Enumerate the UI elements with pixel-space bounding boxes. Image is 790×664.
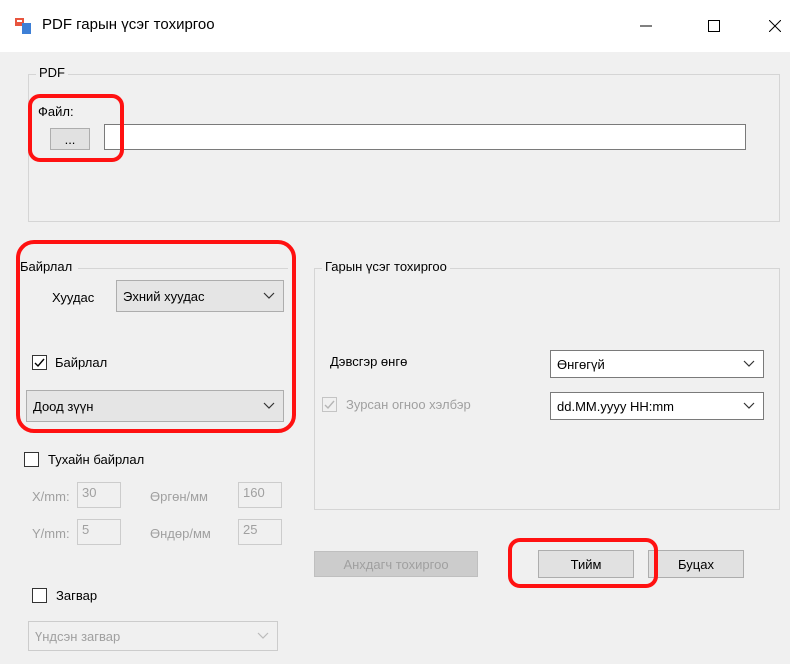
y-mm-input[interactable]: 5 [77, 519, 121, 545]
browse-file-button[interactable]: ... [50, 128, 90, 150]
height-mm-label: Өндөр/мм [150, 526, 211, 541]
page-label: Хуудас [52, 290, 95, 305]
chevron-down-icon [263, 402, 275, 409]
height-mm-input[interactable]: 25 [238, 519, 282, 545]
position-select[interactable]: Доод зүүн [26, 390, 284, 422]
checkmark-icon [34, 358, 45, 368]
page-select[interactable]: Эхний хуудас [116, 280, 284, 312]
page-select-value: Эхний хуудас [123, 288, 205, 304]
title-bar: PDF гарын үсэг тохиргоо [0, 0, 790, 52]
defaults-button[interactable]: Анхдагч тохиргоо [314, 551, 478, 577]
cancel-button[interactable]: Буцах [648, 550, 744, 578]
maximize-icon [708, 20, 720, 32]
background-color-value: Өнгөгүй [557, 356, 605, 372]
close-icon [769, 20, 781, 32]
width-mm-label: Өргөн/мм [150, 489, 208, 504]
date-format-value: dd.MM.yyyy HH:mm [557, 398, 674, 414]
template-select[interactable]: Үндсэн загвар [28, 621, 278, 651]
chevron-down-icon [743, 360, 755, 367]
layout-group-legend: Байрлал [20, 259, 73, 274]
signature-group-legend: Гарын үсэг тохиргоо [322, 259, 450, 274]
file-path-input[interactable] [104, 124, 746, 150]
custom-position-label: Тухайн байрлал [48, 452, 145, 467]
position-select-value: Доод зүүн [33, 398, 94, 414]
date-format-label: Зурсан огноо хэлбэр [346, 397, 471, 412]
file-label: Файл: [38, 104, 74, 119]
minimize-button[interactable] [623, 8, 669, 44]
maximize-button[interactable] [691, 8, 737, 44]
minimize-icon [640, 25, 652, 27]
pdf-group-legend: PDF [36, 65, 68, 80]
date-format-select[interactable]: dd.MM.yyyy HH:mm [550, 392, 764, 420]
custom-position-checkbox[interactable] [24, 452, 39, 467]
template-checkbox[interactable] [32, 588, 47, 603]
date-format-checkbox[interactable] [322, 397, 337, 412]
width-mm-input[interactable]: 160 [238, 482, 282, 508]
ok-button[interactable]: Тийм [538, 550, 634, 578]
y-mm-label: Y/mm: [32, 526, 70, 541]
close-button[interactable] [752, 8, 790, 44]
background-color-label: Дэвсгэр өнгө [330, 354, 408, 369]
chevron-down-icon [257, 632, 269, 639]
x-mm-label: X/mm: [32, 489, 70, 504]
chevron-down-icon [743, 402, 755, 409]
checkmark-icon [324, 400, 335, 410]
layout-group-line [78, 268, 288, 269]
chevron-down-icon [263, 292, 275, 299]
position-checkbox-label: Байрлал [55, 355, 108, 370]
window-title: PDF гарын үсэг тохиргоо [42, 16, 215, 33]
signature-group [314, 268, 780, 510]
position-checkbox[interactable] [32, 355, 47, 370]
dialog-body: PDF Файл: ... Байрлал Хуудас Эхний хууда… [0, 52, 790, 664]
x-mm-input[interactable]: 30 [77, 482, 121, 508]
app-form-icon [15, 18, 31, 34]
template-select-value: Үндсэн загвар [35, 628, 121, 644]
template-checkbox-label: Загвар [56, 588, 98, 603]
background-color-select[interactable]: Өнгөгүй [550, 350, 764, 378]
